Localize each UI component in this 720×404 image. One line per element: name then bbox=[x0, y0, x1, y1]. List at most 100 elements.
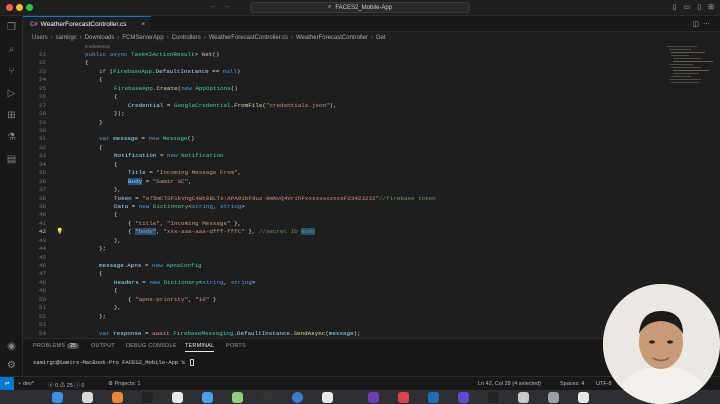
title-bar: ←→ ⌕ FACES2_Mobile-App ▯ ▭ ▯ ⊞ bbox=[0, 0, 720, 16]
code-token: Create bbox=[156, 84, 178, 92]
prompt-text: samirgc@Samirs-MacBook-Pro FACES2_Mobile… bbox=[33, 359, 189, 366]
app-icon[interactable] bbox=[578, 392, 589, 403]
launchpad-icon[interactable] bbox=[82, 392, 93, 403]
breadcrumb-separator: › bbox=[79, 35, 82, 41]
encoding[interactable]: UTF-8 bbox=[596, 381, 612, 387]
code-token: Credential bbox=[128, 101, 164, 109]
line-number: 41 bbox=[38, 219, 46, 227]
code-token: string bbox=[220, 202, 242, 210]
app-store-icon[interactable] bbox=[202, 392, 213, 403]
code-line: 52}; bbox=[23, 313, 663, 321]
toggle-secondary-sidebar-icon[interactable]: ▯ bbox=[697, 3, 701, 11]
breadcrumb-item[interactable]: Controllers bbox=[172, 35, 201, 41]
code-token: Dictionary bbox=[163, 278, 199, 286]
tab-weatherforecastcontroller[interactable]: C# WeatherForecastController.cs × bbox=[23, 16, 151, 32]
code-text: { bbox=[99, 76, 103, 84]
line-number: 36 bbox=[38, 177, 46, 185]
finder-icon[interactable] bbox=[52, 392, 63, 403]
settings-gear-icon[interactable]: ⚙ bbox=[5, 359, 18, 372]
tab-terminal[interactable]: TERMINAL bbox=[185, 343, 215, 352]
code-line: 48 Headers = new Dictionary<string, strin… bbox=[23, 279, 663, 287]
code-text: { bbox=[99, 143, 103, 151]
nav-arrows[interactable]: ←→ bbox=[210, 3, 236, 10]
tab-ports[interactable]: PORTS bbox=[226, 343, 246, 349]
code-token: Headers bbox=[114, 278, 139, 286]
codelens-references[interactable]: 0 references bbox=[85, 44, 110, 49]
breadcrumb-item[interactable]: FCMServerApp bbox=[122, 35, 163, 41]
editor-actions: ◫⋯ bbox=[692, 20, 714, 28]
code-text: } bbox=[99, 118, 103, 126]
breadcrumb-item[interactable]: WeatherForecastController bbox=[296, 35, 368, 41]
code-text: { bbox=[99, 270, 103, 278]
code-editor[interactable]: 0 references 21 public async Task<IAction… bbox=[23, 44, 663, 338]
app-icon[interactable] bbox=[488, 392, 499, 403]
code-token: DefaultInstance bbox=[155, 67, 209, 75]
code-token: ); bbox=[353, 329, 361, 337]
app-icon[interactable] bbox=[518, 392, 529, 403]
app-icon[interactable] bbox=[398, 392, 409, 403]
cursor-position[interactable]: Ln 42, Col 28 (4 selected) bbox=[478, 381, 541, 387]
code-token: = bbox=[145, 169, 157, 177]
minimap[interactable] bbox=[665, 44, 717, 114]
more-actions-icon[interactable]: ⋯ bbox=[703, 21, 714, 28]
breadcrumb-item[interactable]: Downloads bbox=[85, 35, 115, 41]
tab-problems[interactable]: PROBLEMS 25 bbox=[33, 343, 80, 349]
visual-studio-icon[interactable] bbox=[368, 392, 379, 403]
code-line: 25 FirebaseApp.Create(new AppOptions() bbox=[23, 85, 663, 93]
remote-icon[interactable]: ⇌ bbox=[0, 377, 14, 390]
activity-bar: ❐ ⌕ ⑂ ▷ ⊞ ⚗ ▤ ◉ ⚙ bbox=[0, 16, 23, 376]
indentation[interactable]: Spaces: 4 bbox=[560, 381, 584, 387]
notes-icon[interactable] bbox=[172, 392, 183, 403]
close-window-button[interactable] bbox=[6, 4, 13, 11]
tab-debug-console[interactable]: DEBUG CONSOLE bbox=[126, 343, 177, 349]
breadcrumb-item[interactable]: Users bbox=[32, 35, 48, 41]
breadcrumb-item[interactable]: samirgc bbox=[56, 35, 77, 41]
branch-indicator[interactable]: ⑂ dev* bbox=[18, 381, 34, 387]
tab-output[interactable]: OUTPUT bbox=[91, 343, 115, 349]
maximize-window-button[interactable] bbox=[26, 4, 33, 11]
account-icon[interactable]: ◉ bbox=[5, 340, 18, 353]
warning-count: 25 bbox=[66, 383, 73, 389]
terminal-prompt[interactable]: samirgc@Samirs-MacBook-Pro FACES2_Mobile… bbox=[33, 359, 195, 367]
command-center-search[interactable]: ⌕ FACES2_Mobile-App bbox=[250, 2, 470, 13]
extensions-icon[interactable]: ⊞ bbox=[5, 109, 18, 122]
search-icon[interactable]: ⌕ bbox=[5, 43, 18, 56]
diagnostics-indicator[interactable]: ⓧ 0 ⚠ 25 ⓘ 0 bbox=[48, 381, 84, 389]
terminal-app-icon[interactable] bbox=[142, 392, 153, 403]
app-icon[interactable] bbox=[458, 392, 469, 403]
code-line: 26 { bbox=[23, 93, 663, 101]
source-control-icon[interactable]: ⑂ bbox=[5, 65, 18, 78]
minimize-window-button[interactable] bbox=[16, 4, 23, 11]
calendar-icon[interactable] bbox=[322, 392, 333, 403]
testing-icon[interactable]: ⚗ bbox=[5, 131, 18, 144]
code-line: 34 { bbox=[23, 161, 663, 169]
messages-icon[interactable] bbox=[232, 392, 243, 403]
code-token: FirebaseMessaging bbox=[173, 329, 234, 337]
projects-indicator[interactable]: ⚙ Projects: 1 bbox=[108, 381, 140, 387]
customize-layout-icon[interactable]: ⊞ bbox=[708, 3, 714, 11]
app-icon[interactable] bbox=[548, 392, 559, 403]
presenter-photo bbox=[603, 284, 720, 404]
vscode-icon[interactable] bbox=[428, 392, 439, 403]
code-token: new bbox=[138, 202, 153, 210]
code-line: 35 Title = "Incoming Message From", bbox=[23, 169, 663, 177]
breadcrumb-item[interactable]: Get bbox=[376, 35, 386, 41]
split-editor-icon[interactable]: ◫ bbox=[692, 21, 703, 28]
close-tab-icon[interactable]: × bbox=[141, 21, 145, 28]
explorer-icon[interactable]: ❐ bbox=[5, 21, 18, 34]
solution-explorer-icon[interactable]: ▤ bbox=[5, 153, 18, 166]
lightbulb-icon[interactable]: 💡 bbox=[56, 228, 63, 236]
github-icon[interactable] bbox=[262, 392, 273, 403]
chrome-icon[interactable] bbox=[292, 392, 303, 403]
code-token: }, bbox=[230, 219, 242, 227]
toggle-sidebar-icon[interactable]: ▯ bbox=[673, 3, 677, 11]
toggle-panel-icon[interactable]: ▭ bbox=[684, 3, 691, 11]
line-number: 47 bbox=[38, 270, 46, 278]
code-token: null bbox=[222, 67, 237, 75]
run-debug-icon[interactable]: ▷ bbox=[5, 87, 18, 100]
code-token: var bbox=[99, 135, 114, 143]
line-number: 50 bbox=[38, 295, 46, 303]
breadcrumb-separator: › bbox=[50, 35, 53, 41]
breadcrumb-item[interactable]: WeatherForecastController.cs bbox=[209, 35, 288, 41]
photos-icon[interactable] bbox=[112, 392, 123, 403]
